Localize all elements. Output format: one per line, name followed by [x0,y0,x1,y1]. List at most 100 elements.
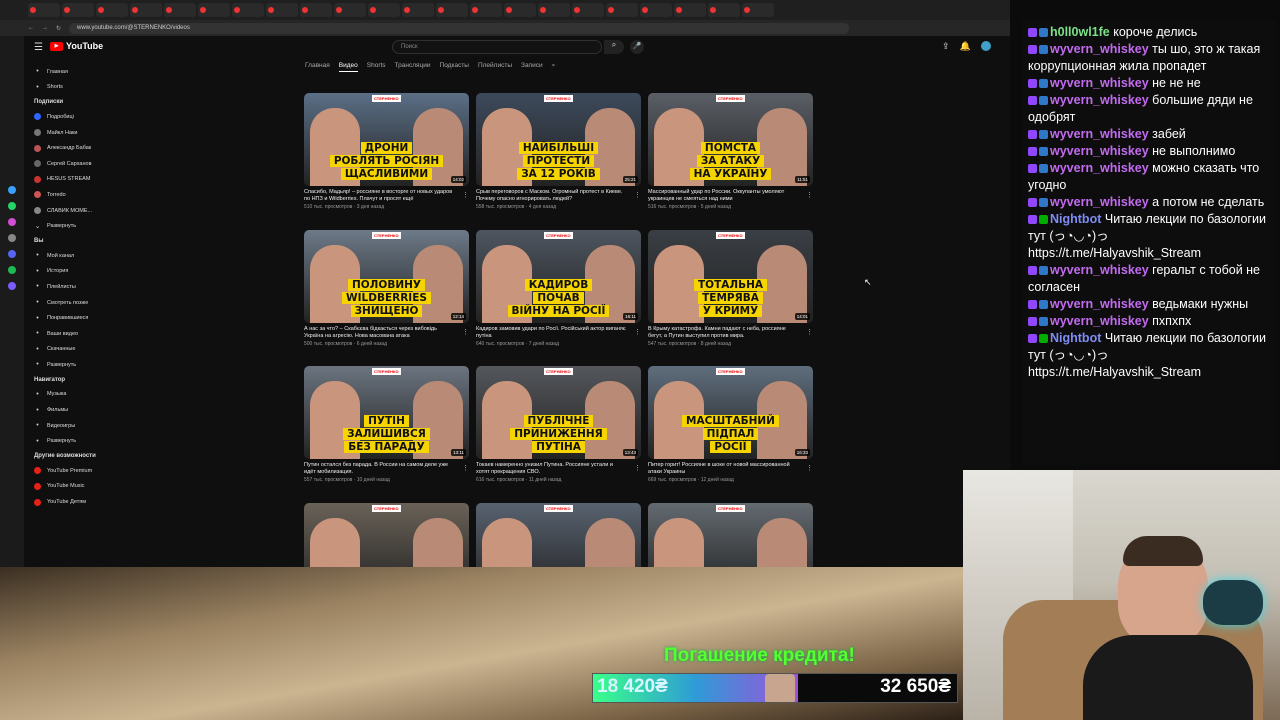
tab-channel[interactable]: Видео [338,62,358,72]
browser-tab[interactable] [96,3,128,17]
video-thumbnail[interactable]: СТЕРНЕНКО ТОТАЛЬНА ТЕМРЯВА У КРИМУ 14:01 [648,230,813,323]
browser-tab[interactable] [300,3,332,17]
sidebar-item-subscription[interactable]: Torredo [24,187,114,203]
browser-tab[interactable] [572,3,604,17]
search-icon[interactable]: ⌕ [604,40,624,54]
sidebar-item[interactable]: YouTube Premium [24,463,114,479]
youtube-logo[interactable]: ▶ YouTube [50,41,103,51]
browser-tab[interactable] [538,3,570,17]
browser-tab[interactable] [504,3,536,17]
forward-icon[interactable]: → [42,25,48,31]
sidebar-item[interactable]: • Музыка [24,387,114,403]
tab-channel[interactable]: Подкасты [440,62,469,72]
chat-username[interactable]: wyvern_whiskey [1050,161,1149,175]
video-card[interactable]: СТЕРНЕНКО ПОЛОВИНУ WILDBERRIES ЗНИЩЕНО 12:14… [304,230,469,347]
browser-tab[interactable] [198,3,230,17]
more-options-icon[interactable]: ⋮ [634,328,641,336]
sidebar-heading-more[interactable]: Другие возможности [24,449,114,463]
video-card[interactable]: СТЕРНЕНКО НАЙБІЛЬШІ ПРОТЕСТИ ЗА 12 РОКІВ 25:… [476,93,641,210]
sidebar-item[interactable]: • Смотреть позже [24,295,114,311]
sidebar-item-subscription[interactable]: Майкл Наки [24,125,114,141]
video-thumbnail[interactable]: СТЕРНЕНКООСЬ ЧОМУ [648,503,813,567]
chat-username[interactable]: Nightbot [1050,212,1101,226]
video-card[interactable]: СТЕРНЕНКО ТОТАЛЬНА ТЕМРЯВА У КРИМУ 14:01 В Кр… [648,230,813,347]
video-title[interactable]: Спасибо, Мадьяр! – россияне в восторге о… [304,189,454,203]
chat-username[interactable]: wyvern_whiskey [1050,263,1149,277]
browser-tab[interactable] [402,3,434,17]
more-options-icon[interactable]: ⋮ [806,464,813,472]
tab-channel[interactable]: Shorts [367,62,386,72]
more-options-icon[interactable]: ⋮ [634,191,641,199]
sidebar-item[interactable]: YouTube Детям [24,494,114,510]
more-options-icon[interactable]: ⋮ [806,328,813,336]
video-thumbnail[interactable]: СТЕРНЕНКО ПУБЛІЧНЕ ПРИНИЖЕННЯ ПУТІНА 13:43 [476,366,641,459]
discord-icon[interactable] [8,250,16,258]
video-title[interactable]: Токаев намеренно унизил Путина. Россияне… [476,462,626,476]
sidebar-heading-navigator[interactable]: Навигатор [24,373,114,387]
search-icon[interactable]: ⌕ [552,62,556,72]
video-thumbnail[interactable]: СТЕРНЕНКО ПУТІН ЗАЛИШИВСЯ БЕЗ ПАРАДУ 13:11 [304,366,469,459]
instagram-icon[interactable] [8,218,16,226]
tab-channel[interactable]: Трансляции [395,62,431,72]
browser-tab[interactable] [130,3,162,17]
more-options-icon[interactable]: ⋮ [806,191,813,199]
search-input[interactable]: Поиск [392,40,602,54]
video-thumbnail[interactable]: СТЕРНЕНКО КАДИРОВ ПОЧАВ ВІЙНУ НА РОСІЇ 16:11 [476,230,641,323]
sidebar-item-subscription[interactable]: HESUS STREAM [24,172,114,188]
more-options-icon[interactable]: ⋮ [462,464,469,472]
browser-tab[interactable] [742,3,774,17]
video-card[interactable]: СТЕРНЕНКО ПУТІН ЗАЛИШИВСЯ БЕЗ ПАРАДУ 13:11 Пу… [304,366,469,483]
x-icon[interactable] [8,234,16,242]
sidebar-item[interactable]: • Фильмы [24,402,114,418]
sidebar-item-subscription[interactable]: Александр Бабак [24,140,114,156]
chat-username[interactable]: wyvern_whiskey [1050,144,1149,158]
browser-tab[interactable] [470,3,502,17]
video-title[interactable]: Срыв переговоров с Маском. Огромный прот… [476,189,626,203]
video-thumbnail[interactable]: СТЕРНЕНКО НАЙБІЛЬШІ ПРОТЕСТИ ЗА 12 РОКІВ 25:… [476,93,641,186]
messenger-icon[interactable] [8,282,16,290]
video-card[interactable]: СТЕРНЕНКООСЬ ЧОМУ [648,503,813,567]
browser-tab[interactable] [334,3,366,17]
video-thumbnail[interactable]: СТЕРНЕНКО ДРОНИ РОБЛЯТЬ РОСІЯН ЩАСЛИВИМИ 14:… [304,93,469,186]
chat-username[interactable]: wyvern_whiskey [1050,314,1149,328]
video-title[interactable]: Кадиров замовив удари по Росії. Російськ… [476,326,626,340]
sidebar-item[interactable]: • Развернуть [24,357,114,373]
video-thumbnail[interactable]: СТЕРНЕНКО ПОЛОВИНУ WILDBERRIES ЗНИЩЕНО 12:14 [304,230,469,323]
reload-icon[interactable]: ↻ [56,25,61,32]
sidebar-item[interactable]: • История [24,264,114,280]
sidebar-item-subscription[interactable]: Сергей Сарханов [24,156,114,172]
sidebar-heading-you[interactable]: Вы [24,234,114,248]
more-options-icon[interactable]: ⋮ [462,191,469,199]
sidebar-item-subscription[interactable]: СЛАВИК МОМЕ... [24,203,114,219]
chat-username[interactable]: wyvern_whiskey [1050,93,1149,107]
video-card[interactable]: СТЕРНЕНКО ДРОНИ РОБЛЯТЬ РОСІЯН ЩАСЛИВИМИ 14:… [304,93,469,210]
chat-username[interactable]: Nightbot [1050,331,1101,345]
sidebar-heading-subscriptions[interactable]: Подписки [24,95,114,109]
browser-tab[interactable] [606,3,638,17]
video-card[interactable]: СТЕРНЕНКО КАДИРОВ ПОЧАВ ВІЙНУ НА РОСІЇ 16:11… [476,230,641,347]
more-options-icon[interactable]: ⋮ [462,328,469,336]
video-thumbnail[interactable]: СТЕРНЕНКОРОСІЯНИ [304,503,469,567]
sidebar-item[interactable]: • Скачанные [24,342,114,358]
sidebar-item[interactable]: • Мой канал [24,248,114,264]
sidebar-item-subscription[interactable]: ⌄ Развернуть [24,218,114,234]
sidebar-item[interactable]: YouTube Music [24,479,114,495]
browser-tab[interactable] [708,3,740,17]
tab-channel[interactable]: Главная [305,62,330,72]
video-title[interactable]: Массированный удар по России. Оккупанты … [648,189,798,203]
upload-icon[interactable]: ⇪ [942,41,950,52]
more-options-icon[interactable]: ⋮ [634,464,641,472]
video-card[interactable]: СТЕРНЕНКО ПОМСТА ЗА АТАКУ НА УКРАЇНУ 11:51 Ма… [648,93,813,210]
chat-username[interactable]: wyvern_whiskey [1050,195,1149,209]
sidebar-item[interactable]: • Ваши видео [24,326,114,342]
tab-channel[interactable]: Записи [521,62,543,72]
avatar[interactable] [980,41,991,51]
video-title[interactable]: Питер горит! Россияне в шоке от новой ма… [648,462,798,476]
video-title[interactable]: А нас за что? – Скабєєва бідкається чере… [304,326,454,340]
sidebar-item[interactable]: • Плейлисты [24,279,114,295]
chat-username[interactable]: h0ll0wl1fe [1050,25,1110,39]
browser-tab[interactable] [266,3,298,17]
back-icon[interactable]: ← [28,25,34,31]
video-card[interactable]: СТЕРНЕНКО ПУБЛІЧНЕ ПРИНИЖЕННЯ ПУТІНА 13:43 То… [476,366,641,483]
sidebar-item-subscription[interactable]: Подробиці [24,109,114,125]
